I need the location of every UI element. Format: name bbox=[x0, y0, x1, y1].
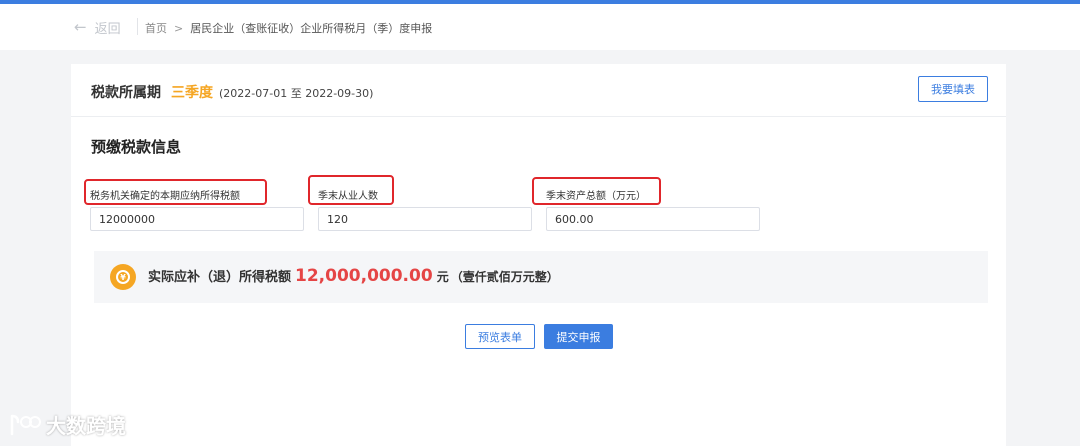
result-summary: ¥ 实际应补（退）所得税额 12,000,000.00 元 （壹仟贰佰万元整） bbox=[94, 251, 988, 303]
back-arrow-icon: ← bbox=[74, 18, 87, 36]
total-assets-input[interactable]: 600.00 bbox=[546, 207, 760, 231]
breadcrumb-home[interactable]: 首页 bbox=[145, 20, 167, 36]
breadcrumb: 首页 > 居民企业（查账征收）企业所得税月（季）度申报 bbox=[145, 20, 432, 36]
result-unit: 元 bbox=[436, 270, 449, 284]
declaration-card: 税款所属期 三季度 (2022-07-01 至 2022-09-30) 我要填表… bbox=[71, 64, 1006, 446]
watermark-logo-icon bbox=[10, 414, 41, 435]
result-uppercase-amount: （壹仟贰佰万元整） bbox=[450, 270, 559, 284]
submit-declaration-button[interactable]: 提交申报 bbox=[544, 324, 613, 349]
tax-period-label: 税款所属期 bbox=[91, 85, 161, 101]
yuan-icon: ¥ bbox=[116, 270, 130, 284]
annotation-box bbox=[532, 177, 661, 205]
preview-form-button[interactable]: 预览表单 bbox=[465, 324, 535, 349]
tax-payable-input[interactable]: 12000000 bbox=[90, 207, 304, 231]
breadcrumb-separator: > bbox=[174, 21, 184, 35]
annotation-box bbox=[84, 179, 267, 205]
back-label: 返回 bbox=[94, 22, 121, 37]
page-header: ← 返回 首页 > 居民企业（查账征收）企业所得税月（季）度申报 bbox=[0, 4, 1080, 50]
back-button[interactable]: ← 返回 bbox=[74, 18, 121, 38]
section-title: 预缴税款信息 bbox=[91, 138, 182, 156]
breadcrumb-current: 居民企业（查账征收）企业所得税月（季）度申报 bbox=[190, 22, 433, 35]
result-amount: 12,000,000.00 bbox=[295, 266, 433, 286]
tax-period-quarter: 三季度 bbox=[171, 85, 213, 101]
tax-period-range: (2022-07-01 至 2022-09-30) bbox=[219, 87, 374, 100]
employees-input[interactable]: 120 bbox=[318, 207, 532, 231]
tax-period-row: 税款所属期 三季度 (2022-07-01 至 2022-09-30) bbox=[91, 82, 373, 102]
watermark: 大数跨境 bbox=[8, 410, 126, 439]
coin-icon: ¥ bbox=[110, 264, 136, 290]
annotation-box bbox=[308, 175, 394, 205]
result-text: 实际应补（退）所得税额 12,000,000.00 元 （壹仟贰佰万元整） bbox=[148, 266, 559, 286]
fill-form-button[interactable]: 我要填表 bbox=[918, 76, 988, 102]
header-divider bbox=[137, 18, 138, 35]
watermark-text: 大数跨境 bbox=[46, 414, 126, 438]
result-label: 实际应补（退）所得税额 bbox=[148, 270, 292, 285]
card-divider bbox=[71, 116, 1006, 117]
